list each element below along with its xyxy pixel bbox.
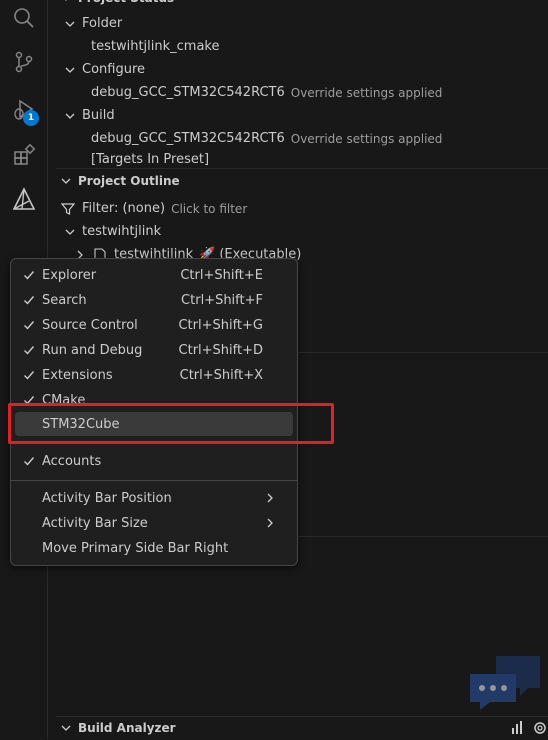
menu-label: Source Control	[42, 317, 138, 333]
section-divider	[296, 352, 548, 353]
build-analyzer-title: Build Analyzer	[78, 721, 176, 735]
chevron-down-icon	[62, 224, 78, 240]
outline-project[interactable]: testwihtjlink	[62, 221, 161, 243]
configure-label: Configure	[82, 62, 146, 77]
project-outline-header[interactable]: Project Outline	[48, 170, 548, 192]
menu-label: Search	[42, 292, 87, 308]
build-note: Override settings applied	[290, 132, 443, 146]
configure-value-text: debug_GCC_STM32C542RCT6	[91, 85, 285, 100]
targets-preset[interactable]: [Targets In Preset]	[91, 151, 209, 168]
chevron-down-icon	[58, 173, 74, 189]
menu-label: Accounts	[42, 453, 102, 469]
menu-label: Activity Bar Size	[42, 515, 148, 531]
check-icon	[15, 344, 42, 356]
project-status-header[interactable]: Project Status	[48, 0, 548, 9]
chart-icon[interactable]	[510, 720, 526, 740]
build-analyzer-header[interactable]: Build Analyzer	[48, 717, 548, 739]
menu-separator	[11, 480, 297, 481]
filter-label: Filter: (none)	[82, 201, 166, 216]
check-icon	[15, 369, 42, 381]
menu-item-run-debug[interactable]: Run and Debug Ctrl+Shift+D	[15, 338, 293, 362]
chevron-down-icon	[62, 62, 78, 78]
menu-shortcut: Ctrl+Shift+F	[181, 292, 263, 308]
targets-label: [Targets In Preset]	[91, 151, 210, 167]
build-value-text: debug_GCC_STM32C542RCT6	[91, 131, 285, 146]
check-icon	[15, 294, 42, 306]
menu-shortcut: Ctrl+Shift+E	[180, 267, 263, 283]
menu-item-activity-bar-size[interactable]: Activity Bar Size	[15, 511, 293, 535]
folder-value-text: testwihtjlink_cmake	[91, 39, 220, 54]
configure-note: Override settings applied	[290, 86, 443, 100]
project-status-title: Project Status	[78, 0, 174, 9]
highlight-annotation	[8, 403, 334, 444]
chevron-down-icon	[58, 0, 74, 6]
menu-item-move-side-bar-right[interactable]: Move Primary Side Bar Right	[15, 536, 293, 560]
menu-shortcut: Ctrl+Shift+G	[178, 317, 263, 333]
menu-shortcut: Ctrl+Shift+X	[179, 367, 263, 383]
cmake-icon[interactable]	[0, 178, 47, 222]
chat-watermark-icon	[468, 652, 544, 716]
menu-item-source-control[interactable]: Source Control Ctrl+Shift+G	[15, 313, 293, 337]
menu-item-extensions[interactable]: Extensions Ctrl+Shift+X	[15, 363, 293, 387]
chevron-right-icon	[265, 517, 275, 529]
extensions-icon[interactable]	[0, 132, 47, 176]
chevron-down-icon	[62, 16, 78, 32]
chevron-down-icon	[62, 108, 78, 124]
filter-hint: Click to filter	[171, 202, 248, 216]
check-icon	[15, 319, 42, 331]
gear-icon[interactable]	[532, 720, 548, 740]
chevron-down-icon	[58, 720, 74, 736]
run-debug-icon[interactable]	[0, 88, 47, 132]
menu-label: Activity Bar Position	[42, 490, 172, 506]
build-preset[interactable]: debug_GCC_STM32C542RCT6 Override setting…	[91, 128, 442, 150]
debug-badge: 1	[23, 110, 39, 126]
menu-label: Explorer	[42, 267, 97, 283]
menu-item-explorer[interactable]: Explorer Ctrl+Shift+E	[15, 263, 293, 287]
source-control-icon[interactable]	[0, 40, 47, 84]
check-icon	[15, 455, 42, 467]
chevron-right-icon	[265, 492, 275, 504]
check-icon	[15, 269, 42, 281]
project-outline-title: Project Outline	[78, 174, 180, 188]
menu-label: Run and Debug	[42, 342, 143, 358]
filter-icon	[60, 201, 76, 217]
outline-filter[interactable]: Filter: (none) Click to filter	[60, 198, 247, 220]
menu-shortcut: Ctrl+Shift+D	[178, 342, 263, 358]
menu-label: Move Primary Side Bar Right	[42, 540, 229, 556]
search-icon[interactable]	[0, 0, 47, 40]
build-analyzer-actions	[510, 720, 548, 740]
menu-item-activity-bar-position[interactable]: Activity Bar Position	[15, 486, 293, 510]
folder-label: Folder	[82, 16, 123, 31]
section-divider	[296, 536, 548, 537]
build-node[interactable]: Build	[62, 105, 115, 127]
configure-node[interactable]: Configure	[62, 59, 145, 81]
menu-item-accounts[interactable]: Accounts	[15, 449, 293, 473]
build-label: Build	[82, 108, 115, 123]
folder-node[interactable]: Folder	[62, 13, 122, 35]
configure-preset[interactable]: debug_GCC_STM32C542RCT6 Override setting…	[91, 82, 442, 104]
folder-value[interactable]: testwihtjlink_cmake	[91, 36, 220, 58]
menu-item-search[interactable]: Search Ctrl+Shift+F	[15, 288, 293, 312]
menu-label: Extensions	[42, 367, 113, 383]
project-name: testwihtjlink	[82, 224, 162, 239]
section-divider	[56, 168, 548, 169]
